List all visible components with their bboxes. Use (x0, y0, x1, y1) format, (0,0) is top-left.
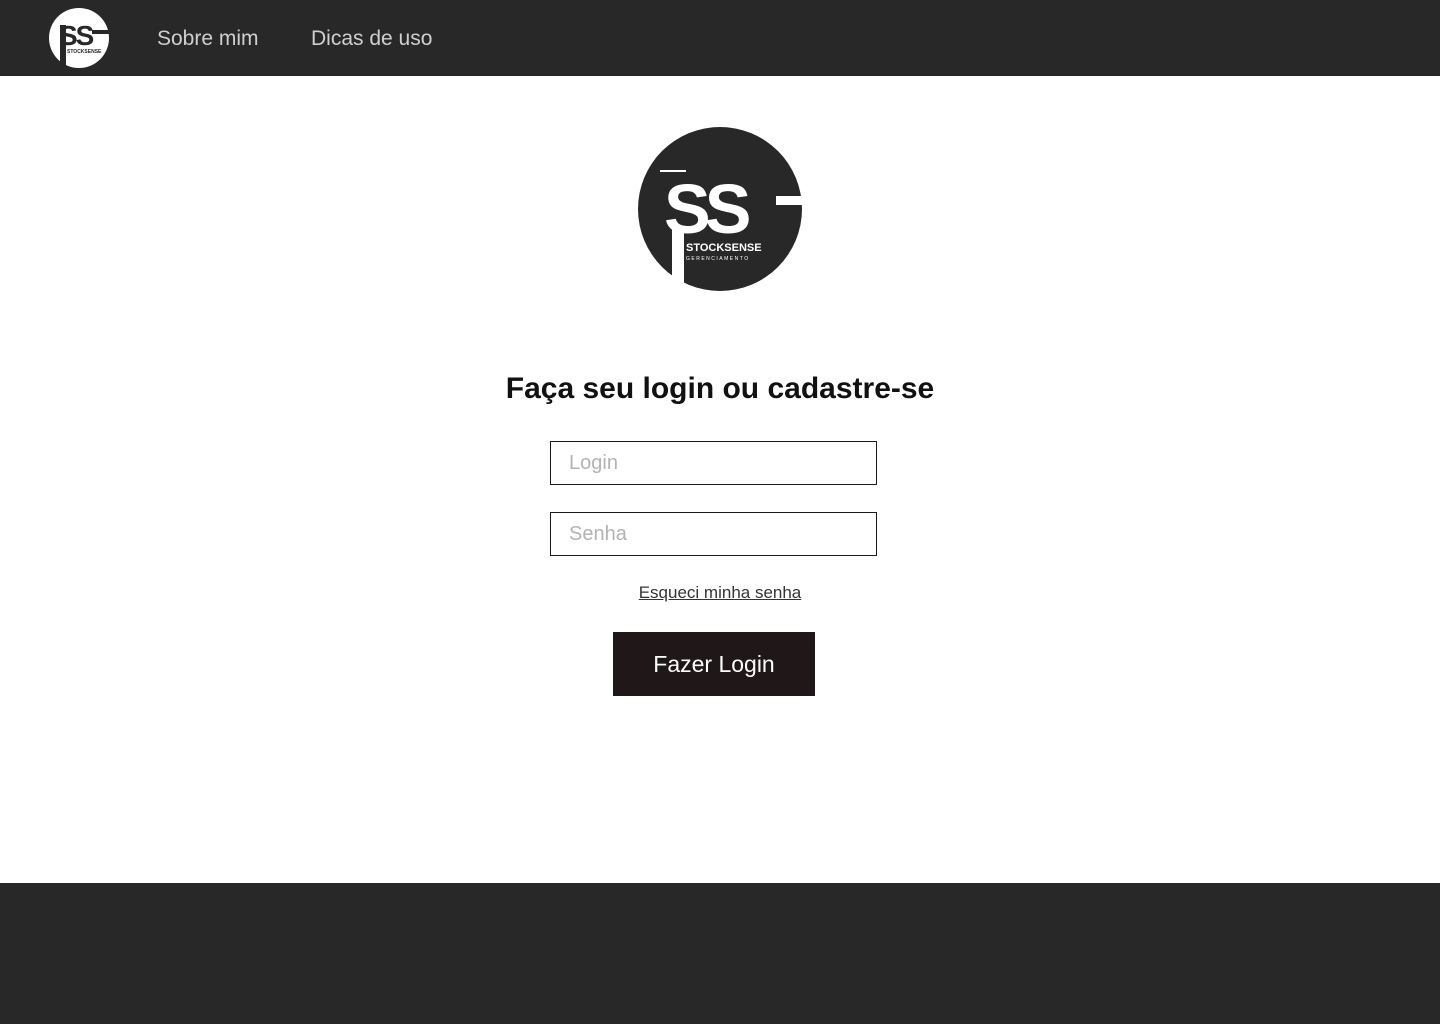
main-logo: SS STOCKSENSE GERENCIAMENTO (636, 125, 804, 293)
login-button[interactable]: Fazer Login (613, 632, 815, 696)
login-input[interactable] (550, 441, 877, 485)
nav-link-dicas-de-uso[interactable]: Dicas de uso (311, 25, 432, 53)
forgot-password-link[interactable]: Esqueci minha senha (639, 583, 802, 602)
password-input[interactable] (550, 512, 877, 556)
logo-monogram: SS (664, 170, 749, 248)
page-title: Faça seu login ou cadastre-se (505, 372, 935, 405)
logo-tagline: GERENCIAMENTO (686, 256, 750, 262)
logo-wordmark: STOCKSENSE (67, 49, 102, 55)
logo-monogram: SS (59, 20, 94, 51)
footer (0, 883, 1440, 1024)
stocksense-logo-icon: SS STOCKSENSE GERENCIAMENTO (638, 127, 804, 293)
logo-wordmark: STOCKSENSE (686, 242, 762, 254)
forgot-password-row: Esqueci minha senha (0, 582, 1440, 604)
nav-link-sobre-mim[interactable]: Sobre mim (157, 25, 259, 53)
stocksense-logo-icon: SS STOCKSENSE (49, 8, 110, 68)
top-navbar: SS STOCKSENSE Sobre mim Dicas de uso (0, 0, 1440, 76)
page: SS STOCKSENSE Sobre mim Dicas de uso SS … (0, 0, 1440, 1024)
nav-logo[interactable]: SS STOCKSENSE (48, 7, 110, 69)
